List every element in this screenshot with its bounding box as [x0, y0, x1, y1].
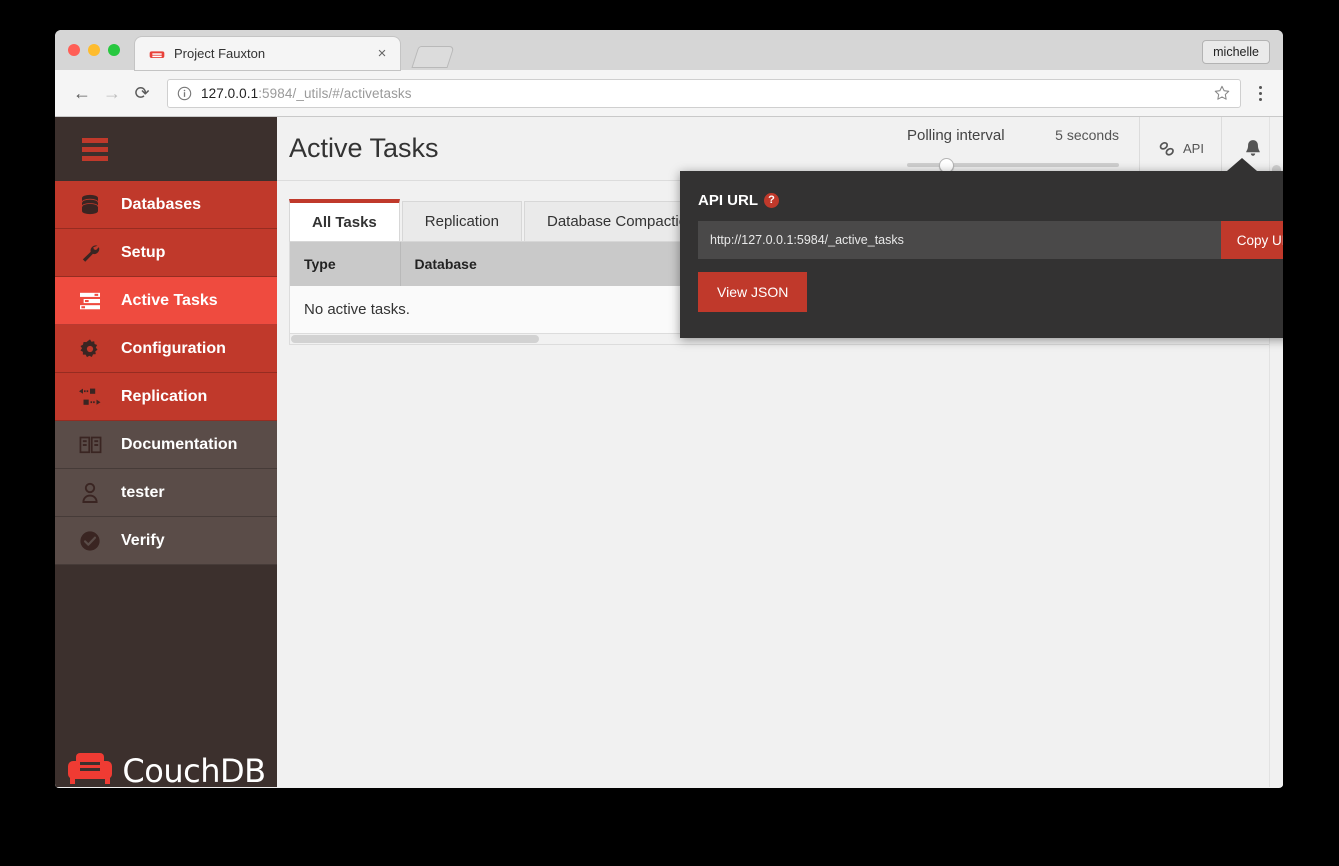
sidebar-header	[55, 117, 277, 181]
info-icon	[177, 86, 192, 100]
tab-replication[interactable]: Replication	[401, 201, 522, 241]
sidebar-item-documentation[interactable]: Documentation	[55, 421, 277, 469]
page-viewport: Databases Setup Active Tasks Configurati…	[55, 117, 1283, 787]
sidebar-item-user[interactable]: tester	[55, 469, 277, 517]
replication-icon	[75, 385, 105, 409]
sidebar-item-databases[interactable]: Databases	[55, 181, 277, 229]
polling-interval-value: 5 seconds	[1055, 126, 1119, 143]
sidebar-item-label: Active Tasks	[121, 291, 218, 309]
sidebar-item-active-tasks[interactable]: Active Tasks	[55, 277, 277, 325]
sidebar-item-replication[interactable]: Replication	[55, 373, 277, 421]
sidebar-item-label: Databases	[121, 195, 202, 213]
profile-chip[interactable]: michelle	[1202, 40, 1270, 64]
couchdb-favicon	[149, 50, 165, 58]
link-chain-icon	[1159, 141, 1174, 156]
sidebar-item-label: Verify	[121, 531, 165, 549]
couchdb-wordmark: CouchDB	[122, 752, 266, 787]
polling-interval-label: Polling interval	[907, 126, 1005, 144]
book-icon	[75, 433, 105, 457]
address-bar-text: 127.0.0.1:5984/_utils/#/activetasks	[201, 86, 412, 101]
browser-menu-button[interactable]	[1249, 80, 1271, 106]
new-tab-button[interactable]	[411, 46, 455, 68]
polling-interval-slider[interactable]	[907, 157, 1119, 173]
main-content: Active Tasks Polling interval 5 seconds	[277, 117, 1283, 787]
copy-url-button[interactable]: Copy URL	[1220, 221, 1283, 259]
wrench-icon	[75, 241, 105, 265]
close-tab-button[interactable]: ×	[374, 46, 390, 61]
window-controls	[68, 44, 120, 56]
user-icon	[75, 481, 105, 505]
database-icon	[75, 193, 105, 217]
reload-button[interactable]: ⟳	[127, 78, 157, 108]
bookmark-star-icon[interactable]	[1213, 84, 1231, 102]
bell-icon	[1245, 139, 1260, 156]
sidebar-item-verify[interactable]: Verify	[55, 517, 277, 565]
browser-window: Project Fauxton × michelle ← → ⟳ 127.0.0…	[55, 30, 1283, 788]
tasks-icon	[75, 289, 105, 313]
gear-icon	[75, 337, 105, 361]
page-title: Active Tasks	[289, 133, 439, 163]
browser-toolbar: ← → ⟳ 127.0.0.1:5984/_utils/#/activetask…	[55, 70, 1283, 117]
couchdb-logo: CouchDB relax	[55, 729, 277, 787]
url-host: 127.0.0.1	[201, 85, 259, 101]
address-bar[interactable]: 127.0.0.1:5984/_utils/#/activetasks	[167, 78, 1241, 108]
help-icon[interactable]: ?	[764, 193, 779, 208]
close-window-button[interactable]	[68, 44, 80, 56]
tab-all-tasks[interactable]: All Tasks	[289, 199, 400, 241]
browser-tab-title: Project Fauxton	[174, 46, 266, 61]
sidebar-item-label: Replication	[121, 387, 208, 405]
minimize-window-button[interactable]	[88, 44, 100, 56]
hscroll-thumb[interactable]	[291, 335, 539, 343]
sidebar-item-label: Setup	[121, 243, 166, 261]
api-url-row: Copy URL	[698, 221, 1283, 259]
hamburger-icon[interactable]	[82, 137, 108, 161]
back-button[interactable]: ←	[67, 78, 97, 108]
view-json-button[interactable]: View JSON	[698, 272, 808, 312]
sidebar-item-label: Configuration	[121, 339, 226, 357]
browser-tab[interactable]: Project Fauxton ×	[135, 37, 400, 70]
api-url-label: API URL ?	[680, 171, 1283, 209]
api-url-popover: API URL ? Copy URL View JSON	[680, 158, 1283, 338]
api-url-title: API URL	[698, 192, 758, 209]
sidebar-item-configuration[interactable]: Configuration	[55, 325, 277, 373]
forward-button[interactable]: →	[97, 78, 127, 108]
fauxton-sidebar: Databases Setup Active Tasks Configurati…	[55, 117, 277, 787]
sidebar-item-setup[interactable]: Setup	[55, 229, 277, 277]
sidebar-item-label: Documentation	[121, 435, 238, 453]
sidebar-item-label: tester	[121, 483, 165, 501]
api-button-label: API	[1183, 141, 1204, 156]
check-circle-icon	[75, 529, 105, 553]
column-header-type[interactable]: Type	[290, 242, 401, 286]
couch-icon	[68, 753, 113, 784]
api-url-input[interactable]	[698, 221, 1221, 259]
maximize-window-button[interactable]	[108, 44, 120, 56]
popover-arrow	[1227, 158, 1257, 171]
url-path: :5984/_utils/#/activetasks	[258, 85, 412, 101]
sidebar-spacer	[55, 565, 277, 729]
browser-tabstrip: Project Fauxton × michelle	[55, 30, 1283, 70]
